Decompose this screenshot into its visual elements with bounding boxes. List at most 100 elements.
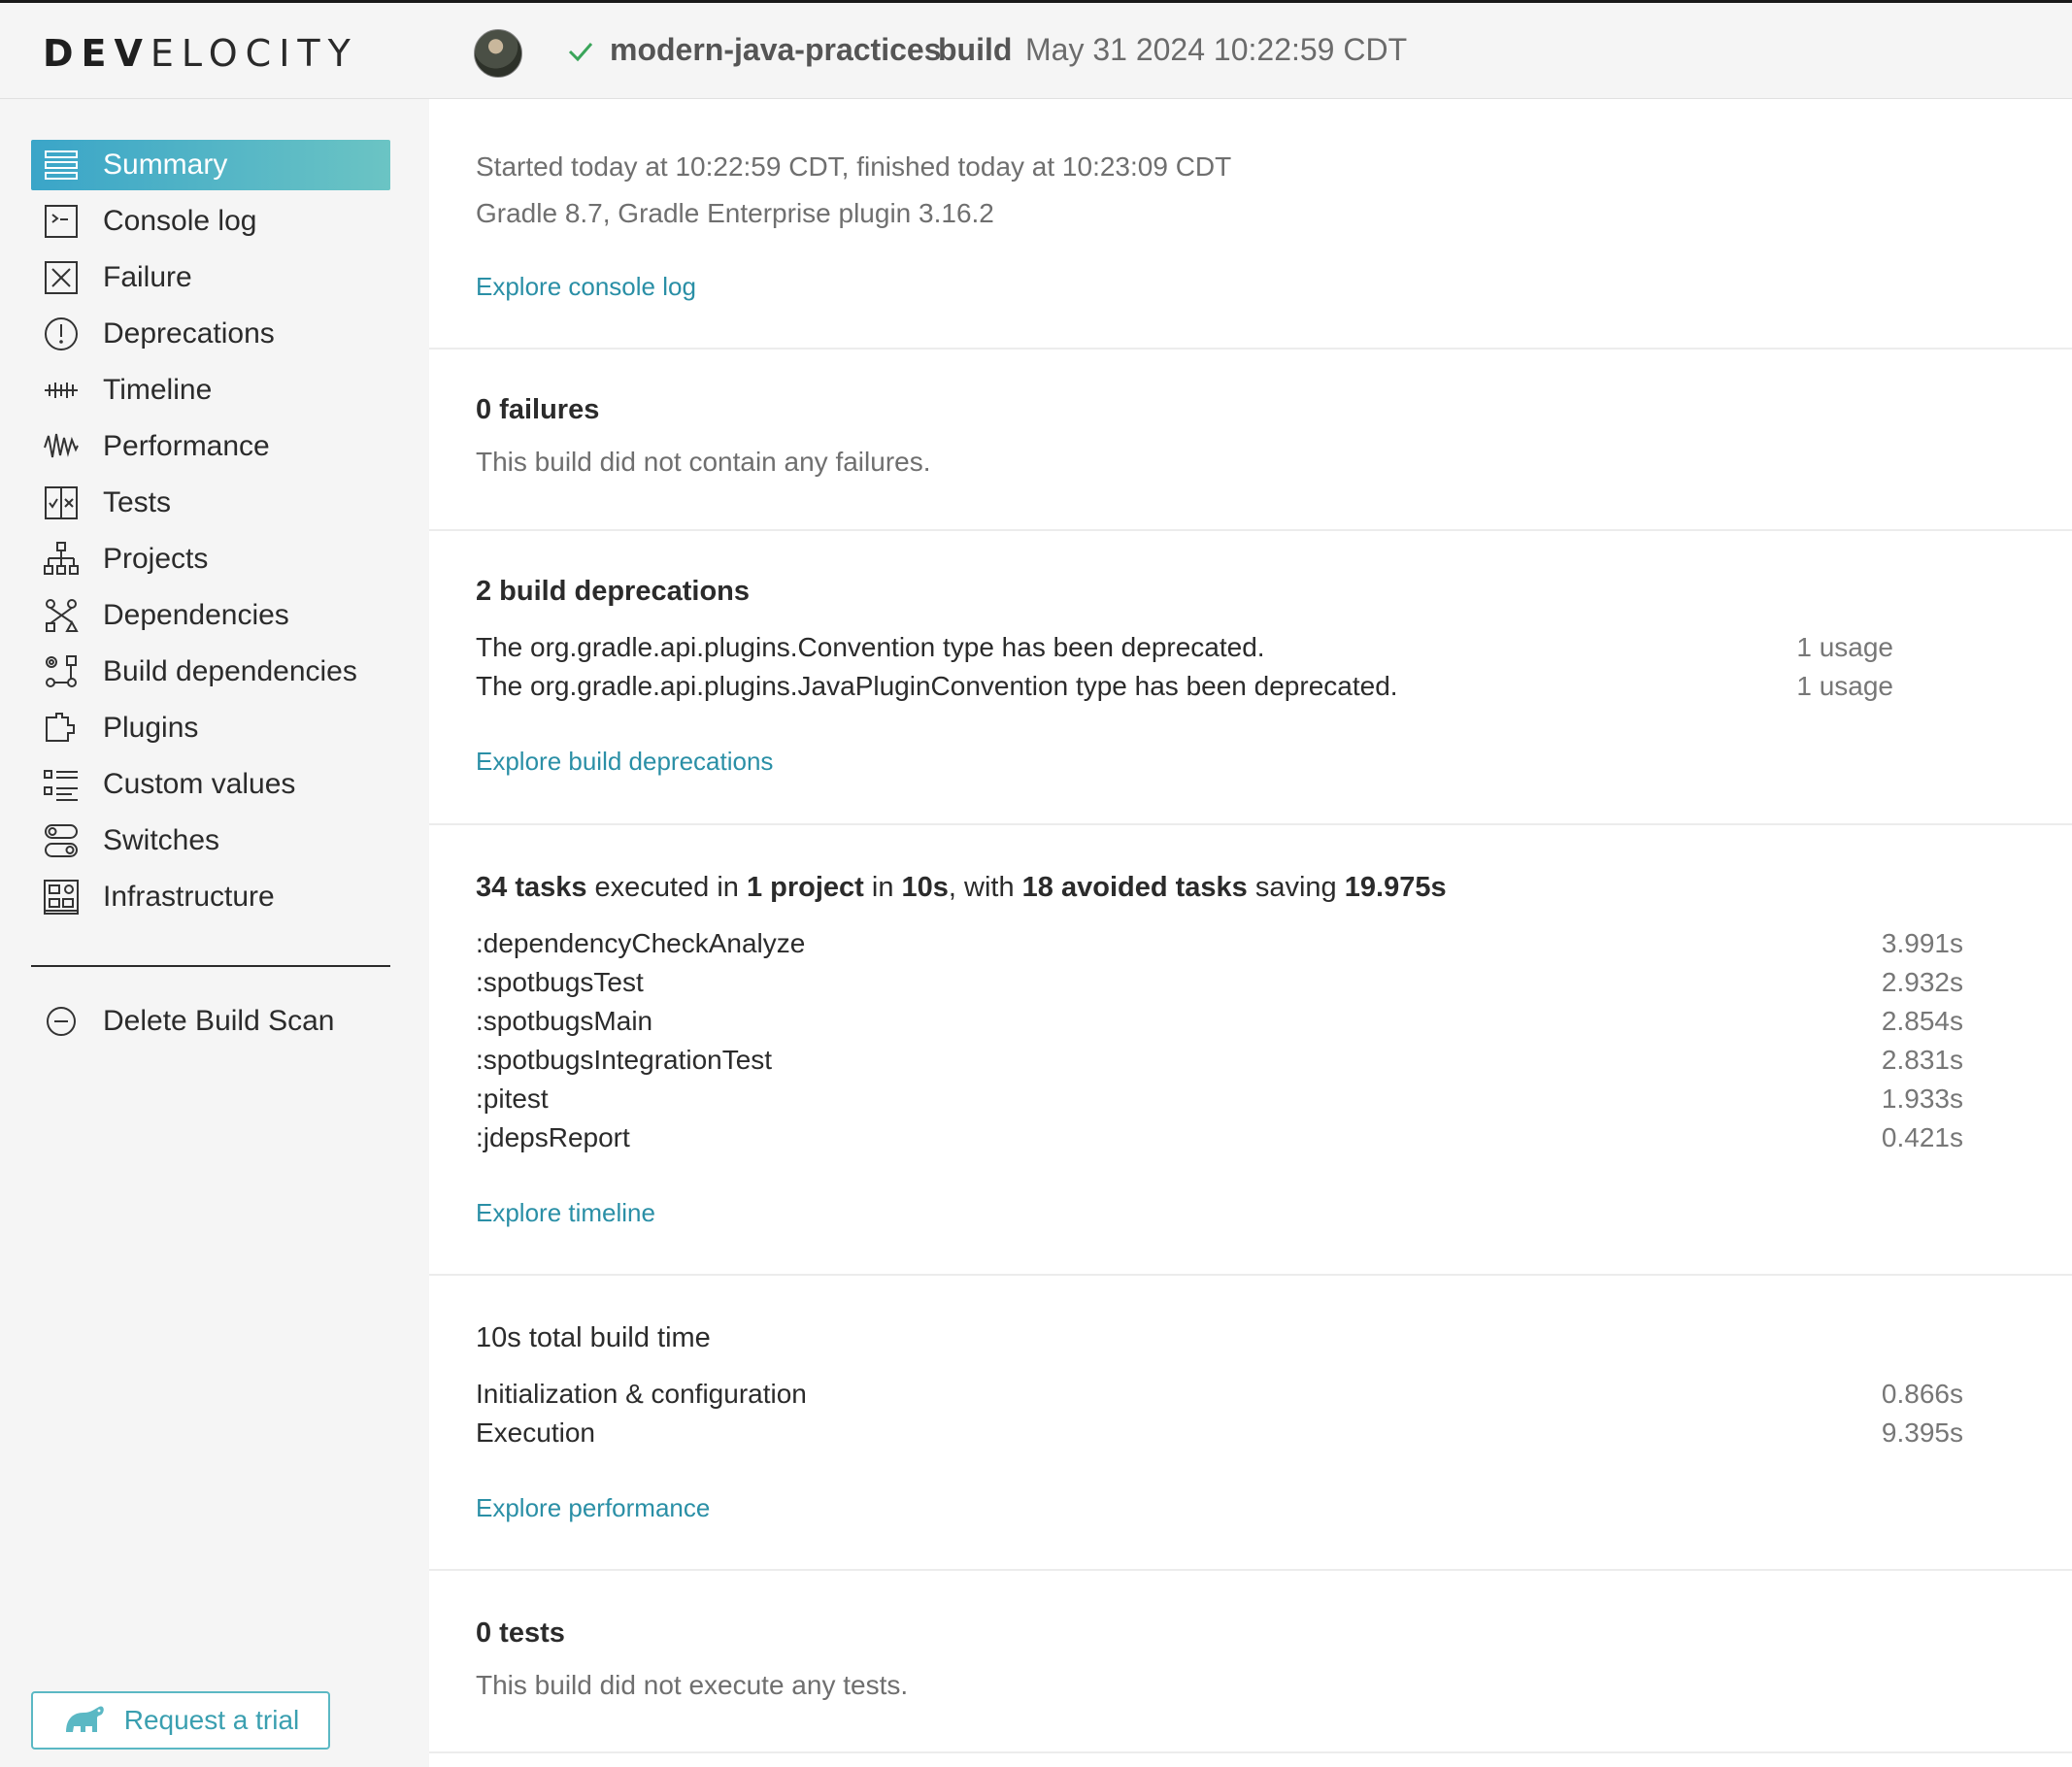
develocity-logo[interactable]: DEV ELOCITY bbox=[43, 32, 358, 75]
build-phase-time: 0.866s bbox=[1881, 1379, 1963, 1409]
tasks-text-3: , with bbox=[948, 872, 1022, 903]
request-trial-button[interactable]: Request a trial bbox=[31, 1691, 330, 1750]
tests-icon bbox=[43, 484, 80, 521]
elephant-icon bbox=[65, 1706, 104, 1732]
sidebar-divider bbox=[31, 965, 390, 967]
build-phase-time: 9.395s bbox=[1881, 1417, 1963, 1448]
task-name: :jdepsReport bbox=[476, 1122, 630, 1152]
task-time: 2.831s bbox=[1881, 1045, 1963, 1075]
deprecation-usage: 1 usage bbox=[1796, 632, 1893, 662]
console-icon bbox=[43, 203, 80, 240]
deprecation-text: The org.gradle.api.plugins.Convention ty… bbox=[476, 632, 1265, 662]
sidebar-item-tests[interactable]: Tests bbox=[31, 478, 390, 528]
sidebar: Summary Console log Failure Deprecations bbox=[0, 99, 429, 1767]
top-header: DEV ELOCITY modern-java-practices build M… bbox=[0, 0, 2072, 99]
task-name: :dependencyCheckAnalyze bbox=[476, 928, 806, 958]
user-avatar[interactable] bbox=[474, 29, 522, 78]
failures-text: This build did not contain any failures. bbox=[476, 447, 931, 477]
page: DEV ELOCITY modern-java-practices build M… bbox=[0, 0, 2072, 1767]
sidebar-item-label: Console log bbox=[103, 205, 257, 237]
sidebar-item-label: Dependencies bbox=[103, 599, 289, 631]
main-content: Started today at 10:22:59 CDT, finished … bbox=[429, 99, 2072, 1767]
tests-text: This build did not execute any tests. bbox=[476, 1670, 909, 1700]
sidebar-item-console-log[interactable]: Console log bbox=[31, 196, 390, 247]
summary-icon bbox=[43, 147, 80, 183]
timeline-icon bbox=[43, 372, 80, 409]
performance-icon bbox=[43, 428, 80, 465]
sidebar-item-deprecations[interactable]: Deprecations bbox=[31, 309, 390, 359]
sidebar-item-infrastructure[interactable]: Infrastructure bbox=[31, 872, 390, 922]
minus-circle-icon bbox=[43, 1003, 80, 1040]
task-name: :spotbugsTest bbox=[476, 967, 644, 997]
project-name[interactable]: modern-java-practices bbox=[610, 32, 941, 68]
sidebar-item-summary[interactable]: Summary bbox=[31, 140, 390, 190]
build-action: build bbox=[938, 32, 1013, 67]
task-name: :spotbugsMain bbox=[476, 1006, 653, 1036]
sidebar-item-label: Tests bbox=[103, 486, 172, 518]
sidebar-item-performance[interactable]: Performance bbox=[31, 421, 390, 472]
build-phase-name: Execution bbox=[476, 1417, 595, 1448]
build-versions: Gradle 8.7, Gradle Enterprise plugin 3.1… bbox=[476, 198, 994, 228]
explore-performance-link[interactable]: Explore performance bbox=[476, 1493, 710, 1523]
sidebar-item-timeline[interactable]: Timeline bbox=[31, 365, 390, 416]
projects-icon bbox=[43, 541, 80, 578]
tasks-text-2: in bbox=[863, 872, 902, 903]
request-trial-label: Request a trial bbox=[123, 1705, 300, 1735]
tests-section: 0 tests This build did not execute any t… bbox=[429, 1571, 2072, 1753]
deprecation-usage: 1 usage bbox=[1796, 671, 1893, 701]
explore-build-deprecations-link[interactable]: Explore build deprecations bbox=[476, 747, 773, 777]
build-dependencies-icon bbox=[43, 653, 80, 690]
delete-build-scan-button[interactable]: Delete Build Scan bbox=[31, 996, 390, 1047]
sidebar-item-label: Timeline bbox=[103, 374, 213, 406]
sidebar-item-label: Custom values bbox=[103, 768, 296, 800]
sidebar-item-custom-values[interactable]: Custom values bbox=[31, 759, 390, 810]
custom-values-icon bbox=[43, 766, 80, 803]
deprecation-text: The org.gradle.api.plugins.JavaPluginCon… bbox=[476, 671, 1398, 701]
tasks-count: 34 tasks bbox=[476, 872, 587, 903]
deprecations-icon bbox=[43, 316, 80, 352]
plugins-icon bbox=[43, 710, 80, 747]
tasks-saving: 19.975s bbox=[1344, 872, 1447, 903]
task-time: 3.991s bbox=[1881, 928, 1963, 958]
dependencies-icon bbox=[43, 597, 80, 634]
sidebar-item-plugins[interactable]: Plugins bbox=[31, 703, 390, 753]
build-date: May 31 2024 10:22:59 CDT bbox=[1025, 32, 1408, 67]
delete-build-scan-label: Delete Build Scan bbox=[103, 1005, 335, 1037]
task-time: 0.421s bbox=[1881, 1122, 1963, 1152]
failures-title: 0 failures bbox=[476, 394, 600, 425]
task-name: :pitest bbox=[476, 1084, 549, 1114]
sidebar-item-switches[interactable]: Switches bbox=[31, 816, 390, 866]
logo-bold-text: DEV bbox=[43, 32, 150, 75]
sidebar-item-dependencies[interactable]: Dependencies bbox=[31, 590, 390, 641]
tasks-text-1: executed in bbox=[586, 872, 747, 903]
build-start-finish: Started today at 10:22:59 CDT, finished … bbox=[476, 151, 1232, 182]
sidebar-item-projects[interactable]: Projects bbox=[31, 534, 390, 584]
sidebar-item-build-dependencies[interactable]: Build dependencies bbox=[31, 647, 390, 697]
tasks-section: 34 tasks executed in 1 project in 10s, w… bbox=[429, 825, 2072, 1276]
task-time: 1.933s bbox=[1881, 1084, 1963, 1114]
deprecations-section: 2 build deprecations The org.gradle.api.… bbox=[429, 531, 2072, 825]
sidebar-item-failure[interactable]: Failure bbox=[31, 252, 390, 303]
logo-light-text: ELOCITY bbox=[150, 32, 358, 75]
sidebar-item-label: Deprecations bbox=[103, 317, 275, 350]
sidebar-item-label: Projects bbox=[103, 543, 209, 575]
task-time: 2.932s bbox=[1881, 967, 1963, 997]
tasks-avoided: 18 avoided tasks bbox=[1021, 872, 1248, 903]
sidebar-item-label: Switches bbox=[103, 824, 220, 856]
build-phase-name: Initialization & configuration bbox=[476, 1379, 807, 1409]
switches-icon bbox=[43, 822, 80, 859]
tasks-duration: 10s bbox=[901, 872, 949, 903]
tests-title: 0 tests bbox=[476, 1617, 565, 1649]
explore-timeline-link[interactable]: Explore timeline bbox=[476, 1198, 655, 1228]
sidebar-item-label: Build dependencies bbox=[103, 655, 357, 687]
summary-section: Started today at 10:22:59 CDT, finished … bbox=[429, 99, 2072, 350]
task-time: 2.854s bbox=[1881, 1006, 1963, 1036]
sidebar-item-label: Performance bbox=[103, 430, 270, 462]
failure-icon bbox=[43, 259, 80, 296]
sidebar-item-label: Plugins bbox=[103, 712, 199, 744]
infrastructure-icon bbox=[43, 879, 80, 916]
tasks-projects: 1 project bbox=[746, 872, 864, 903]
build-time-section: 10s total build time Initialization & co… bbox=[429, 1276, 2072, 1571]
explore-console-log-link[interactable]: Explore console log bbox=[476, 272, 696, 302]
failures-section: 0 failures This build did not contain an… bbox=[429, 350, 2072, 531]
